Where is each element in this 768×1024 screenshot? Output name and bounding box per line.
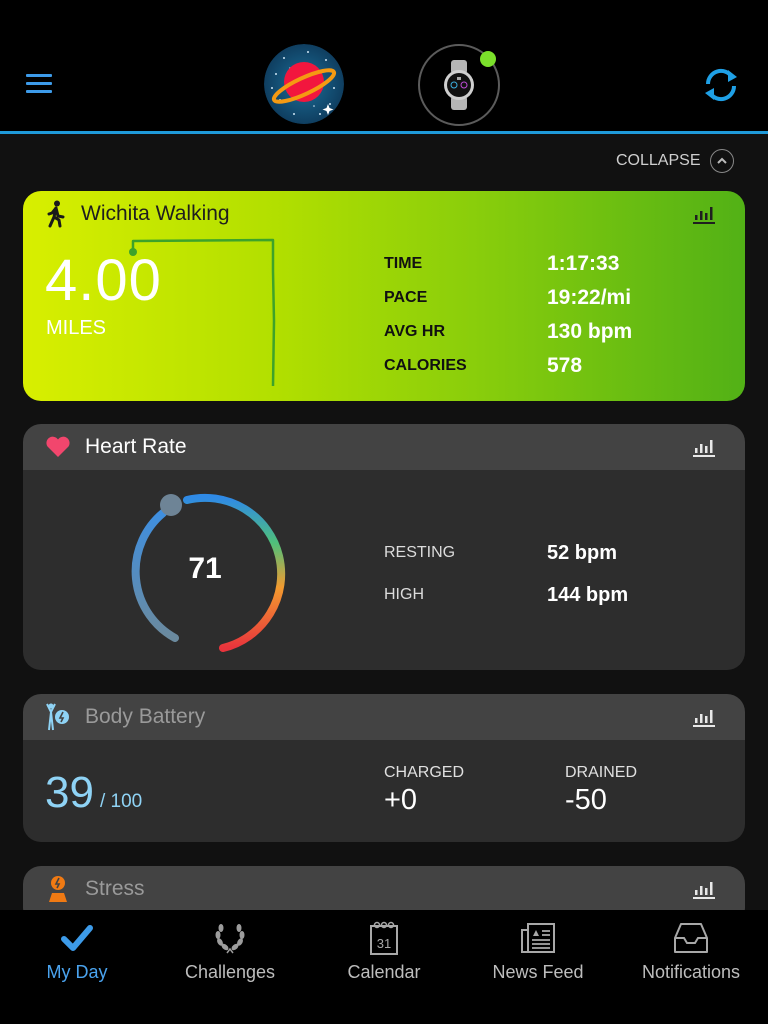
stat-label: CALORIES [384, 357, 467, 374]
heart-icon [46, 436, 70, 457]
stress-card-header: Stress [23, 866, 745, 912]
bottom-tab-bar: My Day Challenges 31 Calendar News Feed … [0, 910, 768, 1024]
stat-row-avg-hr: AVG HR 130 bpm [384, 315, 632, 349]
activity-distance-unit: MILES [46, 317, 107, 339]
heart-rate-stats: RESTING 52 bpm HIGH 144 bpm [384, 532, 628, 616]
stat-row-calories: CALORIES 578 [384, 349, 632, 383]
device-connected-indicator [480, 51, 496, 67]
stat-row-time: TIME 1:17:33 [384, 247, 632, 281]
bar-chart-icon[interactable] [693, 707, 717, 727]
stat-row-pace: PACE 19:22/mi [384, 281, 632, 315]
activity-card[interactable]: Wichita Walking 4.00 MILES TIME 1:17:33 P… [23, 191, 745, 401]
stat-value: 144 bpm [547, 583, 629, 606]
activity-distance: 4.00 [45, 248, 162, 313]
tab-label: My Day [46, 962, 108, 982]
stat-label: PACE [384, 289, 428, 306]
current-heart-rate: 71 [188, 552, 222, 585]
activity-title: Wichita Walking [81, 202, 230, 225]
stat-label: TIME [384, 255, 423, 272]
planet-avatar-icon [264, 44, 344, 124]
charged-label: CHARGED [384, 764, 465, 781]
bar-chart-icon[interactable] [693, 204, 717, 224]
tab-label: Notifications [641, 962, 741, 982]
chevron-up-icon [710, 149, 735, 173]
body-battery-card-body: 39 / 100 CHARGED +0 DRAINED -50 [23, 740, 745, 842]
stat-label: AVG HR [384, 323, 446, 340]
newspaper-icon [521, 923, 555, 953]
heart-rate-card-body: 71 RESTING 52 bpm HIGH 144 bpm [23, 470, 745, 670]
stat-value: 130 bpm [547, 320, 633, 343]
stress-icon [49, 876, 67, 902]
stat-value: 578 [547, 354, 583, 377]
sync-icon [705, 68, 737, 102]
stat-label: RESTING [384, 544, 456, 561]
laurel-icon [215, 924, 245, 954]
avatar[interactable] [264, 44, 344, 124]
stat-row-high: HIGH 144 bpm [384, 574, 628, 616]
collapse-button[interactable]: COLLAPSE [616, 148, 735, 174]
hamburger-icon-line [26, 90, 52, 93]
activity-stats: TIME 1:17:33 PACE 19:22/mi AVG HR 130 bpm C… [384, 247, 632, 383]
tab-calendar[interactable]: 31 Calendar [314, 918, 454, 990]
checkmark-icon [61, 925, 93, 951]
hamburger-icon-line [26, 82, 52, 85]
collapse-label: COLLAPSE [616, 152, 701, 169]
heart-rate-card[interactable]: Heart Rate 71 RESTING 52 bpm HIGH 144 bpm [23, 424, 745, 670]
heart-rate-card-header: Heart Rate [23, 424, 745, 470]
gauge-marker [160, 494, 182, 516]
body-battery-card[interactable]: Body Battery 39 / 100 CHARGED +0 DRAINED… [23, 694, 745, 842]
heart-rate-title: Heart Rate [85, 435, 187, 458]
tab-label: Calendar [347, 962, 421, 982]
stat-value: 52 bpm [547, 541, 618, 564]
calendar-icon: 31 [370, 921, 398, 955]
stress-title: Stress [85, 877, 145, 900]
stat-value: 1:17:33 [547, 252, 620, 275]
body-battery-title: Body Battery [85, 705, 206, 728]
stat-row-resting: RESTING 52 bpm [384, 532, 628, 574]
hamburger-icon [26, 74, 52, 77]
sync-button[interactable] [700, 64, 742, 106]
drained-label: DRAINED [565, 764, 638, 781]
top-app-bar [0, 0, 768, 134]
tab-my-day[interactable]: My Day [7, 918, 147, 990]
charged-stat: CHARGED +0 [384, 764, 464, 817]
body-battery-value: 39 [45, 768, 94, 817]
body-battery-icon [46, 703, 69, 731]
tab-label: Challenges [184, 962, 276, 982]
body-battery-card-header: Body Battery [23, 694, 745, 740]
stat-label: HIGH [384, 586, 424, 603]
bar-chart-icon[interactable] [693, 437, 717, 457]
inbox-icon [674, 923, 708, 953]
bar-chart-icon[interactable] [693, 879, 717, 899]
stat-value: 19:22/mi [547, 286, 632, 309]
walking-icon [47, 200, 65, 228]
drained-value: -50 [565, 784, 607, 816]
drained-stat: DRAINED -50 [565, 764, 637, 817]
body-battery-max: / 100 [99, 791, 143, 812]
charged-value: +0 [384, 784, 418, 816]
body-battery-level: 39 / 100 [45, 768, 142, 818]
tab-news-feed[interactable]: News Feed [468, 918, 608, 990]
menu-button[interactable] [24, 72, 56, 96]
tab-challenges[interactable]: Challenges [160, 918, 300, 990]
svg-text:31: 31 [377, 936, 391, 951]
tab-label: News Feed [492, 962, 584, 982]
tab-notifications[interactable]: Notifications [621, 918, 761, 990]
